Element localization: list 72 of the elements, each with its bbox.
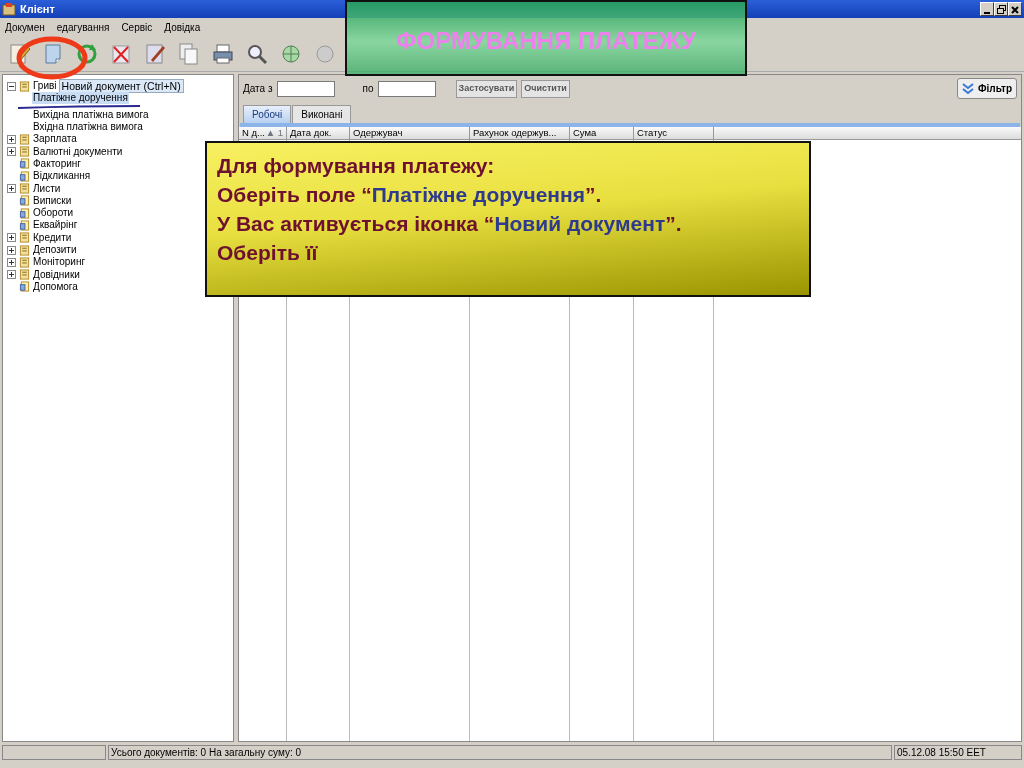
callout-text: Для формування платежу: [217, 153, 496, 179]
highlight-circle [16, 36, 88, 80]
date-to-field[interactable] [377, 80, 436, 97]
chevron-icon [962, 82, 975, 95]
column-title: Статус [637, 126, 668, 139]
print-icon[interactable] [211, 41, 235, 66]
menu-item[interactable]: едагування [55, 17, 111, 37]
column-header[interactable]: Дата док. [287, 126, 350, 139]
date-from-label: Дата з [243, 82, 273, 97]
window-title: Клієнт [20, 1, 55, 17]
minimize-button[interactable] [980, 2, 994, 16]
expand-icon[interactable] [7, 147, 16, 157]
close-icon [1011, 5, 1019, 14]
close-button[interactable] [1008, 2, 1022, 16]
clear-button[interactable]: Очистити [521, 80, 570, 98]
tree-item[interactable]: Моніторинг [32, 256, 87, 269]
banner-title: ФОРМУВАННЯ ПЛАТЕЖУ [396, 26, 696, 56]
expand-icon[interactable] [7, 184, 16, 193]
tree-item[interactable]: Обороти [32, 207, 75, 220]
column-header[interactable]: N д...▲ 1 [239, 126, 287, 139]
tree-item[interactable]: Платіжне доручення [32, 92, 129, 105]
tree-item[interactable]: Довідники [32, 268, 81, 281]
minimize-icon [984, 11, 990, 14]
expand-icon[interactable] [7, 245, 16, 255]
date-to-label: по [362, 82, 374, 97]
edit-icon[interactable] [7, 41, 31, 66]
tree-item[interactable]: Факторинг [32, 157, 82, 170]
callout-text: У Вас активується іконка “Новий документ”. [217, 211, 683, 237]
tree-item[interactable]: Валютні документи [32, 145, 124, 158]
status-summary: Усього документів: 0 На загальну суму: 0 [108, 745, 892, 760]
column-header[interactable]: Статус [634, 126, 714, 139]
menu-item[interactable]: Докумен [4, 17, 46, 37]
restore-icon [996, 5, 1006, 15]
tree-item[interactable]: Вхідна платіжна вимога [32, 121, 144, 134]
date-from-field[interactable] [276, 80, 335, 97]
column-header[interactable]: Сума [570, 126, 634, 139]
expand-icon[interactable] [7, 233, 16, 243]
expand-icon[interactable] [7, 270, 16, 280]
apply-button[interactable]: Застосувати [455, 80, 518, 98]
app-icon [2, 2, 16, 16]
collapse-icon[interactable] [7, 81, 16, 91]
tab[interactable]: Виконані [292, 104, 352, 123]
filter-button[interactable]: Фільтр [957, 78, 1017, 100]
tree-item[interactable]: Зарплата [32, 133, 78, 146]
menu-item[interactable]: Довідка [163, 17, 202, 37]
tree-item[interactable]: Відкликання [32, 170, 92, 183]
tree-item[interactable]: Вихідна платіжна вимога [32, 108, 150, 121]
column-header[interactable]: Одержувач [350, 126, 470, 139]
tree-item[interactable]: Депозити [32, 244, 78, 256]
maximize-button[interactable] [994, 2, 1008, 16]
tree-item[interactable]: Кредити [32, 231, 73, 244]
callout-text: Оберіть її [217, 240, 319, 266]
expand-icon[interactable] [7, 257, 16, 267]
expand-icon[interactable] [7, 134, 16, 144]
column-title: Сума [573, 126, 597, 139]
column-title: Одержувач [353, 126, 403, 139]
sign-icon[interactable] [143, 41, 167, 66]
tree-item[interactable]: Еквайрінг [32, 219, 79, 232]
menu-item[interactable]: Сервіс [120, 17, 154, 37]
column-title: Дата док. [290, 126, 332, 139]
column-title: N д... [242, 126, 265, 139]
callout-text: Оберіть поле “Платіжне доручення”. [217, 182, 603, 208]
tree-item[interactable]: Листи [32, 182, 62, 195]
column-header[interactable]: Рахунок одержув... [470, 126, 570, 139]
tab[interactable]: Робочі [243, 104, 292, 123]
tree-item[interactable]: Виписки [32, 194, 73, 207]
tree-item[interactable]: Гриві [32, 80, 58, 93]
tooltip: Новий документ (Ctrl+N) [58, 79, 184, 94]
tree-item[interactable]: Допомога [32, 280, 79, 293]
column-title: Рахунок одержув... [473, 126, 557, 139]
status-datetime: 05.12.08 15:50 EET [894, 745, 1022, 760]
sort-indicator: ▲ 1 [265, 126, 283, 139]
